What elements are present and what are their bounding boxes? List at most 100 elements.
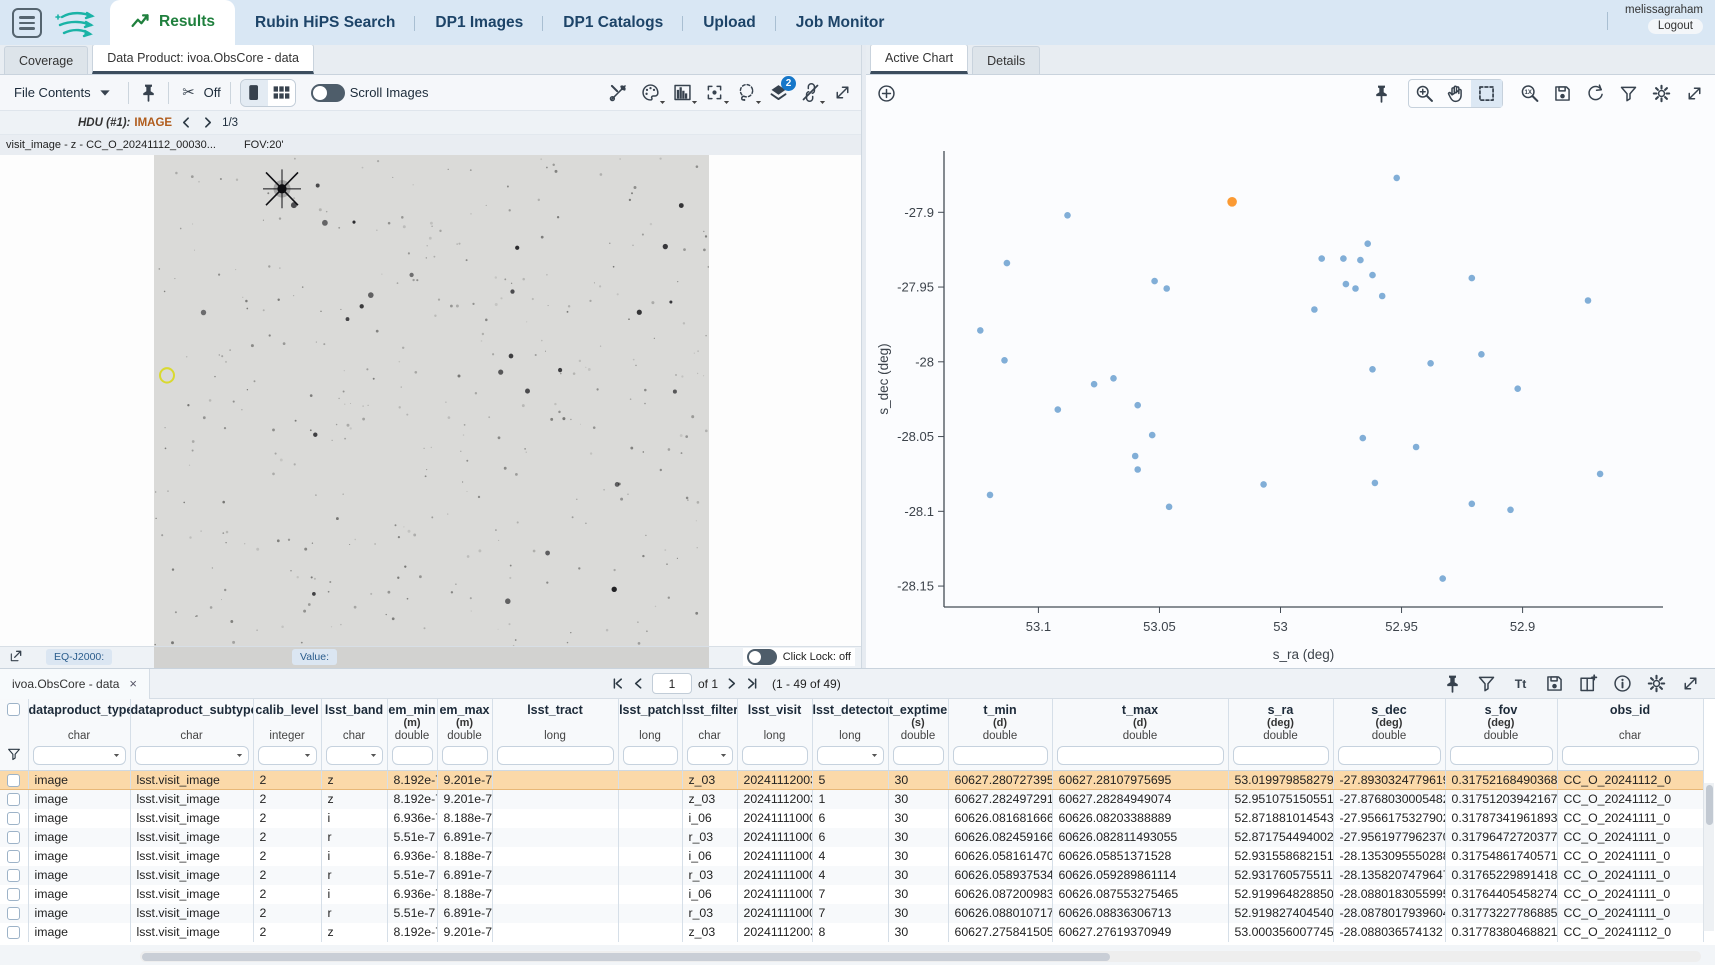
row-checkbox[interactable] (7, 831, 20, 844)
box-select-icon[interactable] (1471, 80, 1502, 107)
filter-input-t_max[interactable] (1057, 746, 1224, 765)
data-point[interactable] (1364, 240, 1371, 247)
column-header-dataproduct_subtype[interactable]: dataproduct_subtype char (130, 699, 253, 744)
data-point[interactable] (1478, 351, 1485, 358)
filter-input-dataproduct_type[interactable] (33, 746, 126, 765)
tab-active-chart[interactable]: Active Chart (870, 44, 968, 74)
column-header-calib_level[interactable]: calib_level integer (253, 699, 321, 744)
data-point[interactable] (1469, 275, 1476, 282)
table-row[interactable]: imagelsst.visit_image2r5.51e-76.891e-7r_… (0, 828, 1703, 847)
data-point[interactable] (1064, 212, 1071, 219)
column-header-lsst_patch[interactable]: lsst_patch long (618, 699, 682, 744)
data-point[interactable] (1507, 507, 1514, 514)
data-point[interactable] (977, 327, 984, 334)
data-point[interactable] (1227, 197, 1237, 207)
filter-input-lsst_band[interactable] (326, 746, 383, 765)
zoom-in-icon[interactable] (1409, 80, 1440, 107)
filter-input-lsst_patch[interactable] (623, 746, 678, 765)
data-point[interactable] (987, 492, 994, 499)
tools-icon[interactable] (608, 82, 629, 103)
expand-icon[interactable] (832, 82, 853, 103)
data-point[interactable] (1132, 453, 1139, 460)
table-row[interactable]: imagelsst.visit_image2r5.51e-76.891e-7r_… (0, 866, 1703, 885)
filter-input-t_min[interactable] (953, 746, 1048, 765)
recenter-icon[interactable] (704, 82, 725, 103)
filter-input-lsst_detector[interactable] (817, 746, 884, 765)
info-icon[interactable] (1612, 673, 1633, 694)
filter-input-lsst_filter[interactable] (687, 746, 733, 765)
histogram-icon[interactable] (672, 82, 693, 103)
row-checkbox[interactable] (7, 850, 20, 863)
nav-tab-results[interactable]: Results (110, 0, 235, 45)
filter-input-em_max[interactable] (442, 746, 488, 765)
data-point[interactable] (1163, 285, 1170, 292)
page-number-input[interactable] (652, 673, 692, 694)
grid-view-button[interactable] (268, 80, 295, 106)
hamburger-menu-icon[interactable] (12, 8, 42, 38)
settings-icon[interactable] (1651, 83, 1672, 104)
data-point[interactable] (1134, 402, 1141, 409)
fits-image[interactable] (154, 155, 709, 646)
row-checkbox[interactable] (7, 793, 20, 806)
page-last-icon[interactable] (745, 676, 760, 691)
row-checkbox[interactable] (7, 888, 20, 901)
page-prev-icon[interactable] (631, 676, 646, 691)
save-icon[interactable] (1552, 83, 1573, 104)
column-header-lsst_filter[interactable]: lsst_filter char (682, 699, 737, 744)
table-row[interactable]: imagelsst.visit_image2i6.936e-78.188e-7i… (0, 847, 1703, 866)
filter-input-obs_id[interactable] (1562, 746, 1699, 765)
tab-coverage[interactable]: Coverage (4, 46, 88, 74)
column-header-lsst_detector[interactable]: lsst_detector long (812, 699, 888, 744)
scroll-images-toggle[interactable] (311, 84, 345, 102)
tab-details[interactable]: Details (972, 46, 1040, 74)
data-point[interactable] (1372, 480, 1379, 487)
file-contents-dropdown[interactable]: File Contents (8, 81, 119, 105)
single-view-button[interactable] (241, 80, 268, 106)
row-checkbox[interactable] (7, 869, 20, 882)
hdu-next-icon[interactable] (201, 116, 214, 129)
data-point[interactable] (1260, 481, 1267, 488)
data-point[interactable] (1055, 406, 1062, 413)
column-header-t_min[interactable]: t_min (d) double (948, 699, 1052, 744)
rotate-icon[interactable] (1585, 83, 1606, 104)
data-point[interactable] (1514, 385, 1521, 392)
data-point[interactable] (1357, 257, 1364, 264)
table-tab[interactable]: ivoa.ObsCore - data × (0, 669, 150, 699)
table-row[interactable]: imagelsst.visit_image2r5.51e-76.891e-7r_… (0, 904, 1703, 923)
click-lock-toggle[interactable] (747, 649, 777, 665)
nav-tab-rubin-hips-search[interactable]: Rubin HiPS Search (235, 2, 415, 45)
row-checkbox[interactable] (7, 812, 20, 825)
data-point[interactable] (1413, 444, 1420, 451)
data-point[interactable] (1597, 471, 1604, 478)
data-point[interactable] (1340, 255, 1347, 262)
row-checkbox[interactable] (7, 774, 20, 787)
pan-hand-icon[interactable] (1440, 80, 1471, 107)
scatter-chart[interactable]: 53.153.055352.9552.9-27.9-27.95-28-28.05… (866, 111, 1715, 668)
table-row[interactable]: imagelsst.visit_image2z8.192e-79.201e-7z… (0, 771, 1703, 790)
data-point[interactable] (1311, 306, 1318, 313)
column-header-em_min[interactable]: em_min (m) double (387, 699, 437, 744)
data-point[interactable] (1369, 366, 1376, 373)
unlink-icon[interactable] (800, 82, 821, 103)
data-point[interactable] (1343, 281, 1350, 288)
table-row[interactable]: imagelsst.visit_image2i6.936e-78.188e-7i… (0, 809, 1703, 828)
data-point[interactable] (1091, 381, 1098, 388)
tab-data-product-ivoa-obscore-data[interactable]: Data Product: ivoa.ObsCore - data (92, 44, 314, 74)
nav-tab-job-monitor[interactable]: Job Monitor (776, 2, 905, 45)
column-header-lsst_tract[interactable]: lsst_tract long (492, 699, 618, 744)
filter-input-s_ra[interactable] (1233, 746, 1329, 765)
data-point[interactable] (1360, 435, 1367, 442)
expand-corner-icon[interactable] (8, 648, 24, 664)
filter-icon[interactable] (1476, 673, 1497, 694)
data-point[interactable] (1585, 297, 1592, 304)
data-point[interactable] (1393, 175, 1400, 182)
data-point[interactable] (1369, 272, 1376, 279)
page-next-icon[interactable] (724, 676, 739, 691)
crop-button[interactable]: ✂ Off (178, 82, 221, 103)
filter-input-lsst_tract[interactable] (497, 746, 614, 765)
data-point[interactable] (1379, 293, 1386, 300)
select-all-checkbox[interactable] (7, 703, 20, 716)
data-point[interactable] (1166, 504, 1173, 511)
palette-icon[interactable] (640, 82, 661, 103)
column-header-dataproduct_type[interactable]: dataproduct_type char (28, 699, 130, 744)
